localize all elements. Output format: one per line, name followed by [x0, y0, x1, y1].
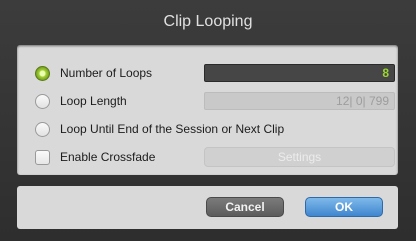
loop-length-radio[interactable] — [35, 93, 50, 109]
loop-until-end-radio[interactable] — [35, 121, 50, 137]
button-bar: Cancel OK — [17, 186, 398, 229]
cancel-button[interactable]: Cancel — [206, 197, 284, 217]
dialog-title: Clip Looping — [163, 13, 253, 30]
option-loop-length[interactable]: Loop Length 12| 0| 799 — [17, 90, 398, 112]
clip-looping-dialog: Clip Looping Number of Loops 8 Loop Leng… — [0, 0, 416, 241]
enable-crossfade-checkbox[interactable] — [35, 149, 50, 165]
loop-until-end-label: Loop Until End of the Session or Next Cl… — [60, 122, 285, 136]
title-bar: Clip Looping — [0, 0, 416, 44]
option-number-of-loops[interactable]: Number of Loops 8 — [17, 62, 398, 84]
number-of-loops-field[interactable]: 8 — [204, 64, 395, 82]
enable-crossfade-label: Enable Crossfade — [60, 150, 156, 164]
number-of-loops-label: Number of Loops — [60, 66, 153, 80]
option-enable-crossfade[interactable]: Enable Crossfade Settings — [17, 146, 398, 168]
options-panel: Number of Loops 8 Loop Length 12| 0| 799… — [17, 45, 398, 175]
option-loop-until-end[interactable]: Loop Until End of the Session or Next Cl… — [17, 118, 398, 140]
number-of-loops-radio[interactable] — [35, 65, 50, 81]
crossfade-settings-button: Settings — [204, 147, 395, 167]
loop-length-field: 12| 0| 799 — [204, 92, 395, 110]
ok-button[interactable]: OK — [305, 197, 383, 217]
loop-length-label: Loop Length — [60, 94, 127, 108]
